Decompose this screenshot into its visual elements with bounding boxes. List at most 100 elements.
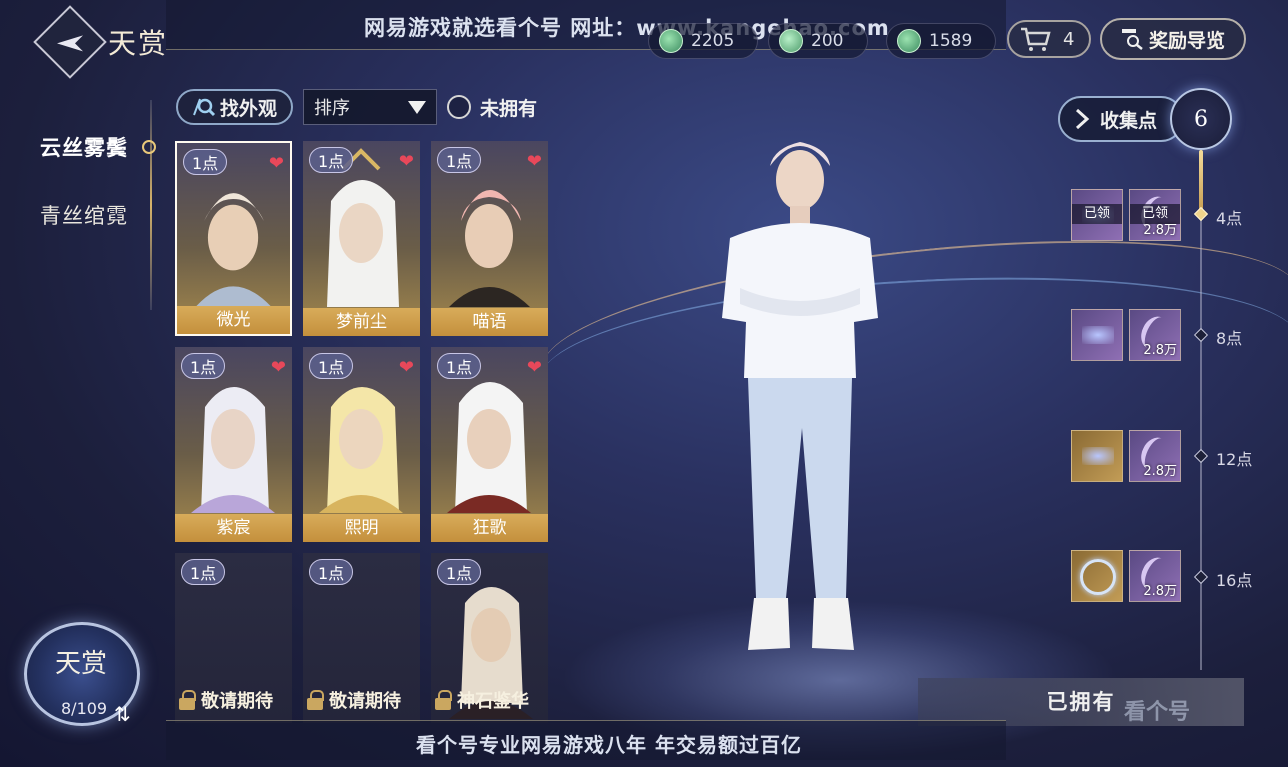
heart-icon[interactable]: ❤ bbox=[399, 151, 414, 172]
watermark-text: 看个号专业网易游戏八年 年交易额过百亿 bbox=[416, 733, 802, 757]
tier-marker bbox=[1193, 206, 1209, 222]
hairstyle-name: 神石鉴华 bbox=[457, 691, 529, 712]
hairstyle-card[interactable]: 1点 ❤ 梦前尘 bbox=[303, 141, 420, 336]
reward-item[interactable]: 2.8万 bbox=[1129, 430, 1181, 482]
collection-points-button[interactable]: 收集点 bbox=[1058, 96, 1184, 142]
active-indicator-icon bbox=[142, 140, 156, 154]
watermark-banner-bottom: 看个号专业网易游戏八年 年交易额过百亿 bbox=[166, 720, 1006, 760]
back-button[interactable] bbox=[33, 5, 107, 79]
reward-guide-button[interactable]: 奖励导览 bbox=[1100, 18, 1246, 60]
hairstyle-name: 喵语 bbox=[431, 308, 548, 336]
heart-icon[interactable]: ❤ bbox=[269, 153, 284, 174]
collection-label: 收集点 bbox=[1100, 109, 1158, 132]
hairstyle-card[interactable]: 1点 ❤ 狂歌 bbox=[431, 347, 548, 542]
points-badge: 1点 bbox=[309, 559, 354, 585]
sidebar-item-green-hair[interactable]: 青丝绾霓 bbox=[40, 200, 128, 230]
watermark-banner-top: 网易游戏就选看个号 网址：www.kangehao.com bbox=[166, 0, 1006, 50]
heart-icon[interactable]: ❤ bbox=[399, 357, 414, 378]
hairstyle-name: 梦前尘 bbox=[303, 308, 420, 336]
reward-guide-label: 奖励导览 bbox=[1148, 29, 1225, 52]
reward-amount: 2.8万 bbox=[1143, 223, 1177, 238]
hairstyle-card[interactable]: 1点 ❤ 微光 bbox=[175, 141, 292, 336]
points-badge: 1点 bbox=[437, 353, 482, 379]
reward-item[interactable]: 2.8万 bbox=[1129, 309, 1181, 361]
hairstyle-card-locked[interactable]: 1点 敬请期待 bbox=[303, 553, 420, 723]
ring-icon bbox=[1080, 559, 1116, 595]
sparkle-icon bbox=[1082, 326, 1114, 344]
jade-coin-icon bbox=[659, 29, 683, 53]
chevron-right-icon bbox=[1075, 108, 1090, 130]
heart-icon[interactable]: ❤ bbox=[271, 357, 286, 378]
cart-icon bbox=[1021, 27, 1051, 51]
locked-row: 敬请期待 bbox=[307, 687, 401, 713]
swap-icon[interactable]: ⇅ bbox=[114, 702, 131, 726]
reward-amount: 2.8万 bbox=[1143, 464, 1177, 479]
currency-value: 1589 bbox=[929, 31, 973, 51]
hairstyle-card[interactable]: 1点 ❤ 紫宸 bbox=[175, 347, 292, 542]
hairstyle-card-locked[interactable]: 1点 敬请期待 bbox=[175, 553, 292, 723]
hairstyle-name: 狂歌 bbox=[431, 514, 548, 542]
reward-amount: 2.8万 bbox=[1143, 343, 1177, 358]
sidebar-divider bbox=[150, 100, 152, 310]
reward-item[interactable]: 已领 2.8万 bbox=[1129, 189, 1181, 241]
tier-marker bbox=[1193, 569, 1209, 585]
hairstyle-card[interactable]: 1点 ❤ 喵语 bbox=[431, 141, 548, 336]
sidebar-item-cloud-hair[interactable]: 云丝雾鬓 bbox=[40, 132, 128, 162]
tier-label: 8点 bbox=[1216, 329, 1243, 348]
sort-dropdown[interactable]: 排序 bbox=[303, 89, 437, 125]
progress-track bbox=[1200, 150, 1202, 670]
not-owned-label[interactable]: 未拥有 bbox=[480, 94, 537, 121]
collection-count: 6 bbox=[1170, 88, 1232, 150]
reward-amount: 2.8万 bbox=[1143, 584, 1177, 599]
heart-icon[interactable]: ❤ bbox=[527, 357, 542, 378]
points-badge: 1点 bbox=[309, 147, 354, 173]
points-badge: 1点 bbox=[309, 353, 354, 379]
find-appearance-label: 找外观 bbox=[219, 97, 277, 120]
tier-label: 16点 bbox=[1216, 571, 1253, 590]
currency-value: 2205 bbox=[691, 31, 735, 51]
character-model bbox=[722, 142, 878, 650]
reward-item[interactable] bbox=[1071, 309, 1123, 361]
claimed-tag: 已领 bbox=[1072, 204, 1122, 224]
cart-button[interactable]: 4 bbox=[1007, 20, 1091, 58]
hairstyle-name: 敬请期待 bbox=[201, 691, 273, 712]
heart-icon[interactable]: ❤ bbox=[527, 151, 542, 172]
reward-item[interactable]: 已领 bbox=[1071, 189, 1123, 241]
hairstyle-name: 微光 bbox=[177, 306, 290, 334]
reward-item[interactable]: 2.8万 bbox=[1129, 550, 1181, 602]
hairstyle-card-locked[interactable]: 1点 神石鉴华 bbox=[431, 553, 548, 723]
progress-fill bbox=[1199, 150, 1203, 214]
sparkle-icon bbox=[1082, 447, 1114, 465]
owned-status-button[interactable]: 已拥有 bbox=[918, 678, 1244, 726]
lock-icon bbox=[307, 690, 324, 710]
brand-logo: 看个号 bbox=[1124, 700, 1191, 725]
cart-count: 4 bbox=[1063, 28, 1075, 50]
tier-marker bbox=[1193, 448, 1209, 464]
jade-coin-icon bbox=[897, 29, 921, 53]
find-appearance-button[interactable]: 找外观 bbox=[176, 89, 293, 125]
reward-item[interactable] bbox=[1071, 430, 1123, 482]
tier-label: 4点 bbox=[1216, 209, 1243, 228]
currency-counter: 2205 bbox=[648, 23, 758, 59]
search-icon bbox=[193, 98, 216, 117]
points-badge: 1点 bbox=[437, 559, 482, 585]
lock-icon bbox=[179, 690, 196, 710]
emblem-title: 天赏 bbox=[55, 649, 108, 679]
currency-counter: 200 bbox=[768, 23, 868, 59]
lock-icon bbox=[435, 690, 452, 710]
emblem-progress: 8/109 bbox=[61, 699, 108, 718]
currency-counter: 1589 bbox=[886, 23, 996, 59]
points-badge: 1点 bbox=[437, 147, 482, 173]
back-arrow-icon bbox=[57, 35, 83, 52]
hairstyle-name: 紫宸 bbox=[175, 514, 292, 542]
locked-row: 敬请期待 bbox=[179, 687, 273, 713]
currency-value: 200 bbox=[811, 31, 844, 51]
locked-row: 神石鉴华 bbox=[435, 687, 529, 713]
hairstyle-card[interactable]: 1点 ❤ 熙明 bbox=[303, 347, 420, 542]
hairstyle-name: 熙明 bbox=[303, 514, 420, 542]
jade-coin-icon bbox=[779, 29, 803, 53]
points-badge: 1点 bbox=[181, 353, 226, 379]
tier-label: 12点 bbox=[1216, 450, 1253, 469]
not-owned-radio[interactable] bbox=[447, 95, 471, 119]
reward-item[interactable] bbox=[1071, 550, 1123, 602]
